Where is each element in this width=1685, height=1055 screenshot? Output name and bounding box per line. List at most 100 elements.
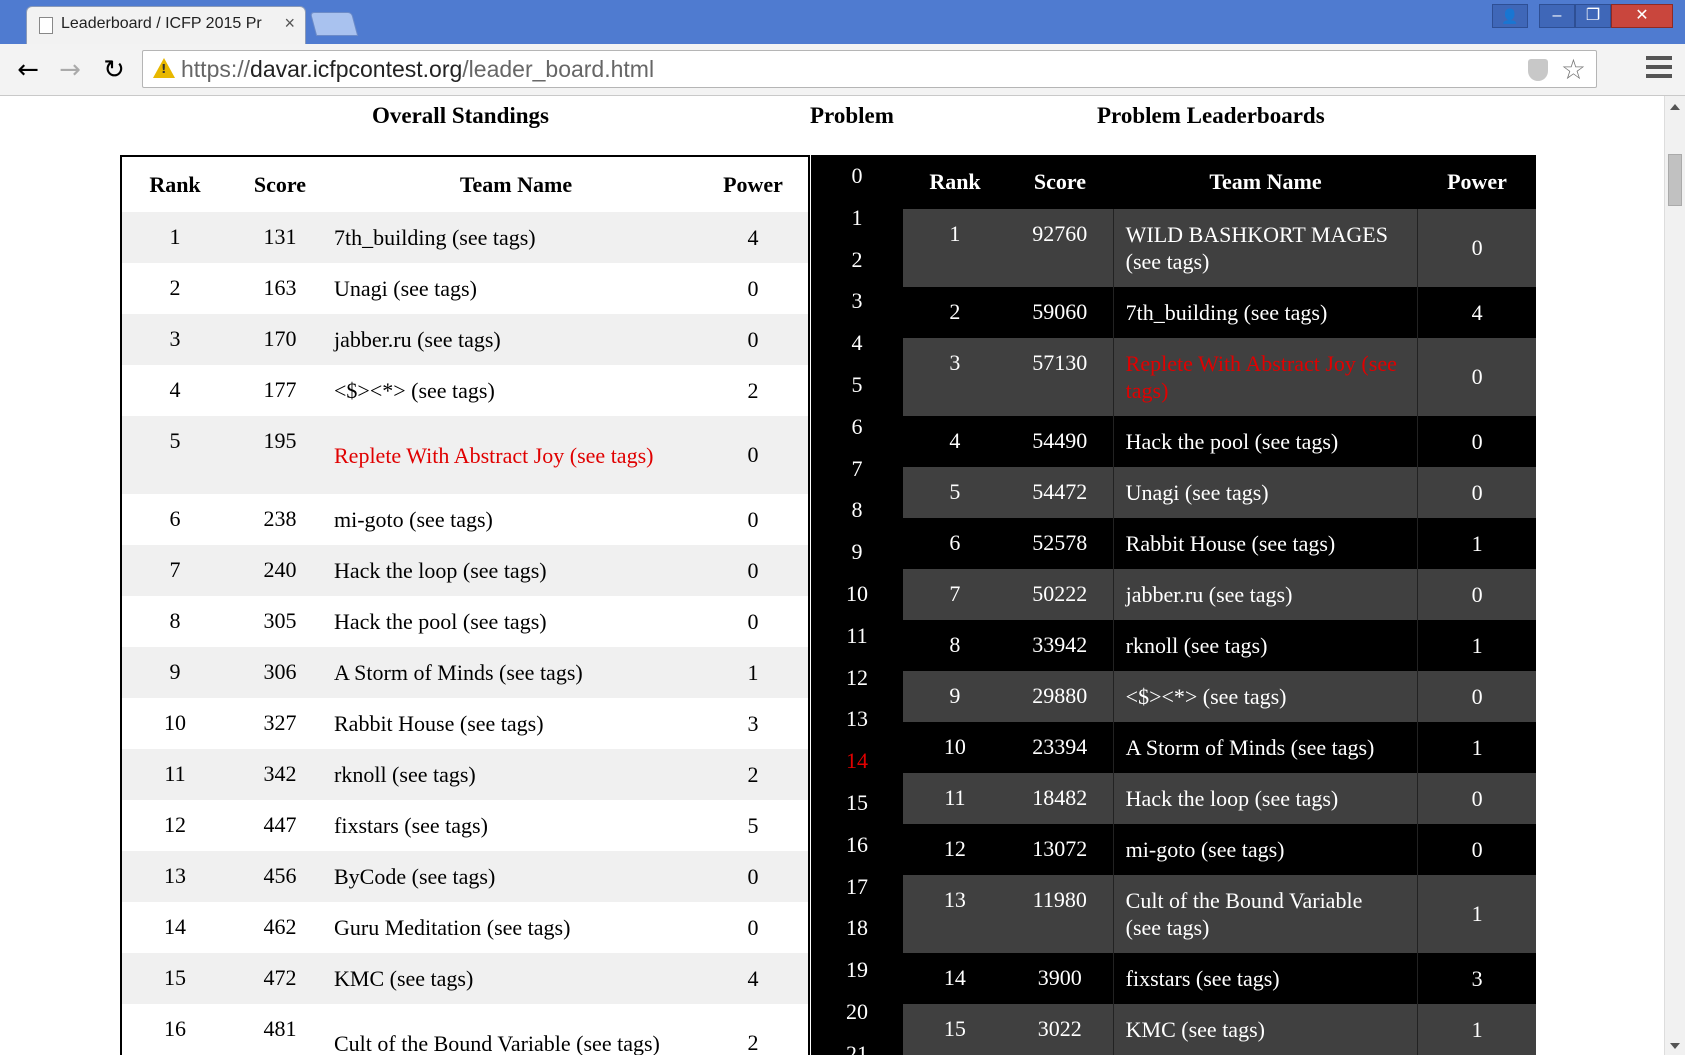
problem-link-11[interactable]: 11 bbox=[811, 615, 903, 657]
rank-cell: 12 bbox=[164, 812, 186, 837]
rank-cell: 3 bbox=[169, 326, 181, 351]
restore-button[interactable]: ❐ bbox=[1575, 4, 1611, 28]
close-window-button[interactable]: ✕ bbox=[1611, 4, 1673, 28]
table-row: 10 23394 A Storm of Minds (see tags) 1 bbox=[903, 722, 1536, 773]
problem-link-1[interactable]: 1 bbox=[811, 197, 903, 239]
power-cell: 0 bbox=[1417, 416, 1536, 467]
problem-link-15[interactable]: 15 bbox=[811, 782, 903, 824]
score-cell: 240 bbox=[263, 557, 297, 582]
user-icon[interactable]: 👤 bbox=[1492, 4, 1528, 28]
forward-button[interactable]: → bbox=[54, 54, 86, 86]
problem-link-0[interactable]: 0 bbox=[811, 155, 903, 197]
table-row: 14 462 Guru Meditation (see tags) 0 bbox=[122, 902, 808, 953]
shield-icon[interactable] bbox=[1528, 59, 1548, 81]
problem-link-14[interactable]: 14 bbox=[811, 740, 903, 782]
problem-link-2[interactable]: 2 bbox=[811, 239, 903, 281]
rank-cell: 4 bbox=[169, 377, 181, 402]
table-row: 10 327 Rabbit House (see tags) 3 bbox=[122, 698, 808, 749]
problem-link-13[interactable]: 13 bbox=[811, 698, 903, 740]
team-name-header: Team Name bbox=[459, 171, 573, 197]
team-name-link[interactable]: 7th_building (see tags) bbox=[332, 212, 700, 263]
score-header: Score bbox=[253, 171, 307, 197]
problem-link-7[interactable]: 7 bbox=[811, 448, 903, 490]
score-cell: 131 bbox=[263, 224, 297, 249]
minimize-button[interactable]: – bbox=[1539, 4, 1575, 28]
team-name-link[interactable]: 7th_building (see tags) bbox=[1112, 287, 1418, 338]
team-name-link[interactable]: A Storm of Minds (see tags) bbox=[1112, 722, 1418, 773]
warning-lock-icon[interactable] bbox=[153, 58, 175, 78]
team-name-link[interactable]: A Storm of Minds (see tags) bbox=[332, 647, 700, 698]
rank-cell: 1 bbox=[949, 221, 961, 246]
team-name-link[interactable]: Cult of the Bound Variable (see tags) bbox=[332, 1004, 700, 1055]
problem-link-8[interactable]: 8 bbox=[811, 489, 903, 531]
score-cell: 462 bbox=[263, 914, 297, 939]
problem-link-16[interactable]: 16 bbox=[811, 824, 903, 866]
scroll-down-icon[interactable] bbox=[1670, 1043, 1680, 1049]
team-name-link[interactable]: Hack the pool (see tags) bbox=[332, 596, 700, 647]
table-row: 12 13072 mi-goto (see tags) 0 bbox=[903, 824, 1536, 875]
team-name-link[interactable]: <$><*> (see tags) bbox=[1112, 671, 1418, 722]
team-name-link[interactable]: KMC (see tags) bbox=[1112, 1004, 1418, 1055]
reload-button[interactable]: ↻ bbox=[98, 54, 130, 86]
team-name-link[interactable]: jabber.ru (see tags) bbox=[332, 314, 700, 365]
team-name-link[interactable]: Unagi (see tags) bbox=[1112, 467, 1418, 518]
problem-link-3[interactable]: 3 bbox=[811, 280, 903, 322]
team-name-link[interactable]: rknoll (see tags) bbox=[332, 749, 700, 800]
team-name-link[interactable]: Guru Meditation (see tags) bbox=[332, 902, 700, 953]
team-name-link[interactable]: Rabbit House (see tags) bbox=[332, 698, 700, 749]
score-cell: 54472 bbox=[1032, 479, 1088, 504]
power-cell: 0 bbox=[747, 863, 759, 889]
back-button[interactable]: ← bbox=[12, 54, 44, 86]
problem-link-4[interactable]: 4 bbox=[811, 322, 903, 364]
rank-cell: 5 bbox=[169, 428, 181, 453]
team-name-link[interactable]: Replete With Abstract Joy (see tags) bbox=[1112, 338, 1418, 416]
team-name-link[interactable]: mi-goto (see tags) bbox=[1112, 824, 1418, 875]
team-name-link[interactable]: ByCode (see tags) bbox=[332, 851, 700, 902]
team-name-link[interactable]: Cult of the Bound Variable (see tags) bbox=[1112, 875, 1418, 953]
close-tab-icon[interactable]: × bbox=[284, 13, 295, 34]
problem-link-5[interactable]: 5 bbox=[811, 364, 903, 406]
score-cell: 306 bbox=[263, 659, 297, 684]
score-cell: 481 bbox=[263, 1016, 297, 1041]
problem-link-12[interactable]: 12 bbox=[811, 657, 903, 699]
address-bar[interactable]: https://davar.icfpcontest.org/leader_boa… bbox=[142, 50, 1597, 88]
problem-link-21[interactable]: 21 bbox=[811, 1033, 903, 1055]
browser-tab[interactable]: Leaderboard / ICFP 2015 Pr × bbox=[26, 6, 306, 44]
team-name-link[interactable]: rknoll (see tags) bbox=[1112, 620, 1418, 671]
team-name-link[interactable]: <$><*> (see tags) bbox=[332, 365, 700, 416]
team-name-link[interactable]: Unagi (see tags) bbox=[332, 263, 700, 314]
problem-link-19[interactable]: 19 bbox=[811, 949, 903, 991]
problem-link-20[interactable]: 20 bbox=[811, 991, 903, 1033]
bookmark-star-icon[interactable]: ☆ bbox=[1561, 53, 1586, 86]
team-name-link[interactable]: Hack the loop (see tags) bbox=[332, 545, 700, 596]
problem-link-17[interactable]: 17 bbox=[811, 866, 903, 908]
team-name-link[interactable]: Hack the pool (see tags) bbox=[1112, 416, 1418, 467]
power-cell: 0 bbox=[1417, 824, 1536, 875]
url-text[interactable]: https://davar.icfpcontest.org/leader_boa… bbox=[181, 56, 654, 83]
tab-title: Leaderboard / ICFP 2015 Pr bbox=[61, 15, 262, 32]
team-name-link[interactable]: Rabbit House (see tags) bbox=[1112, 518, 1418, 569]
team-name-link[interactable]: Hack the loop (see tags) bbox=[1112, 773, 1418, 824]
problem-link-9[interactable]: 9 bbox=[811, 531, 903, 573]
team-name-link[interactable]: mi-goto (see tags) bbox=[332, 494, 700, 545]
scroll-up-icon[interactable] bbox=[1670, 104, 1680, 110]
team-name-link[interactable]: jabber.ru (see tags) bbox=[1112, 569, 1418, 620]
team-name-link[interactable]: fixstars (see tags) bbox=[332, 800, 700, 851]
rank-cell: 4 bbox=[949, 428, 961, 453]
vertical-scrollbar[interactable] bbox=[1664, 96, 1685, 1055]
team-name-link[interactable]: WILD BASHKORT MAGES (see tags) bbox=[1112, 209, 1418, 287]
rank-cell: 6 bbox=[949, 530, 961, 555]
scrollbar-thumb[interactable] bbox=[1668, 154, 1682, 206]
power-cell: 1 bbox=[1417, 875, 1536, 953]
new-tab-button[interactable] bbox=[309, 12, 359, 36]
score-cell: 33942 bbox=[1032, 632, 1088, 657]
problem-link-18[interactable]: 18 bbox=[811, 907, 903, 949]
power-cell: 1 bbox=[1417, 620, 1536, 671]
team-name-link[interactable]: Replete With Abstract Joy (see tags) bbox=[332, 416, 700, 494]
menu-icon[interactable] bbox=[1646, 56, 1672, 82]
team-name-link[interactable]: fixstars (see tags) bbox=[1112, 953, 1418, 1004]
problem-link-10[interactable]: 10 bbox=[811, 573, 903, 615]
score-cell: 170 bbox=[263, 326, 297, 351]
problem-link-6[interactable]: 6 bbox=[811, 406, 903, 448]
team-name-link[interactable]: KMC (see tags) bbox=[332, 953, 700, 1004]
